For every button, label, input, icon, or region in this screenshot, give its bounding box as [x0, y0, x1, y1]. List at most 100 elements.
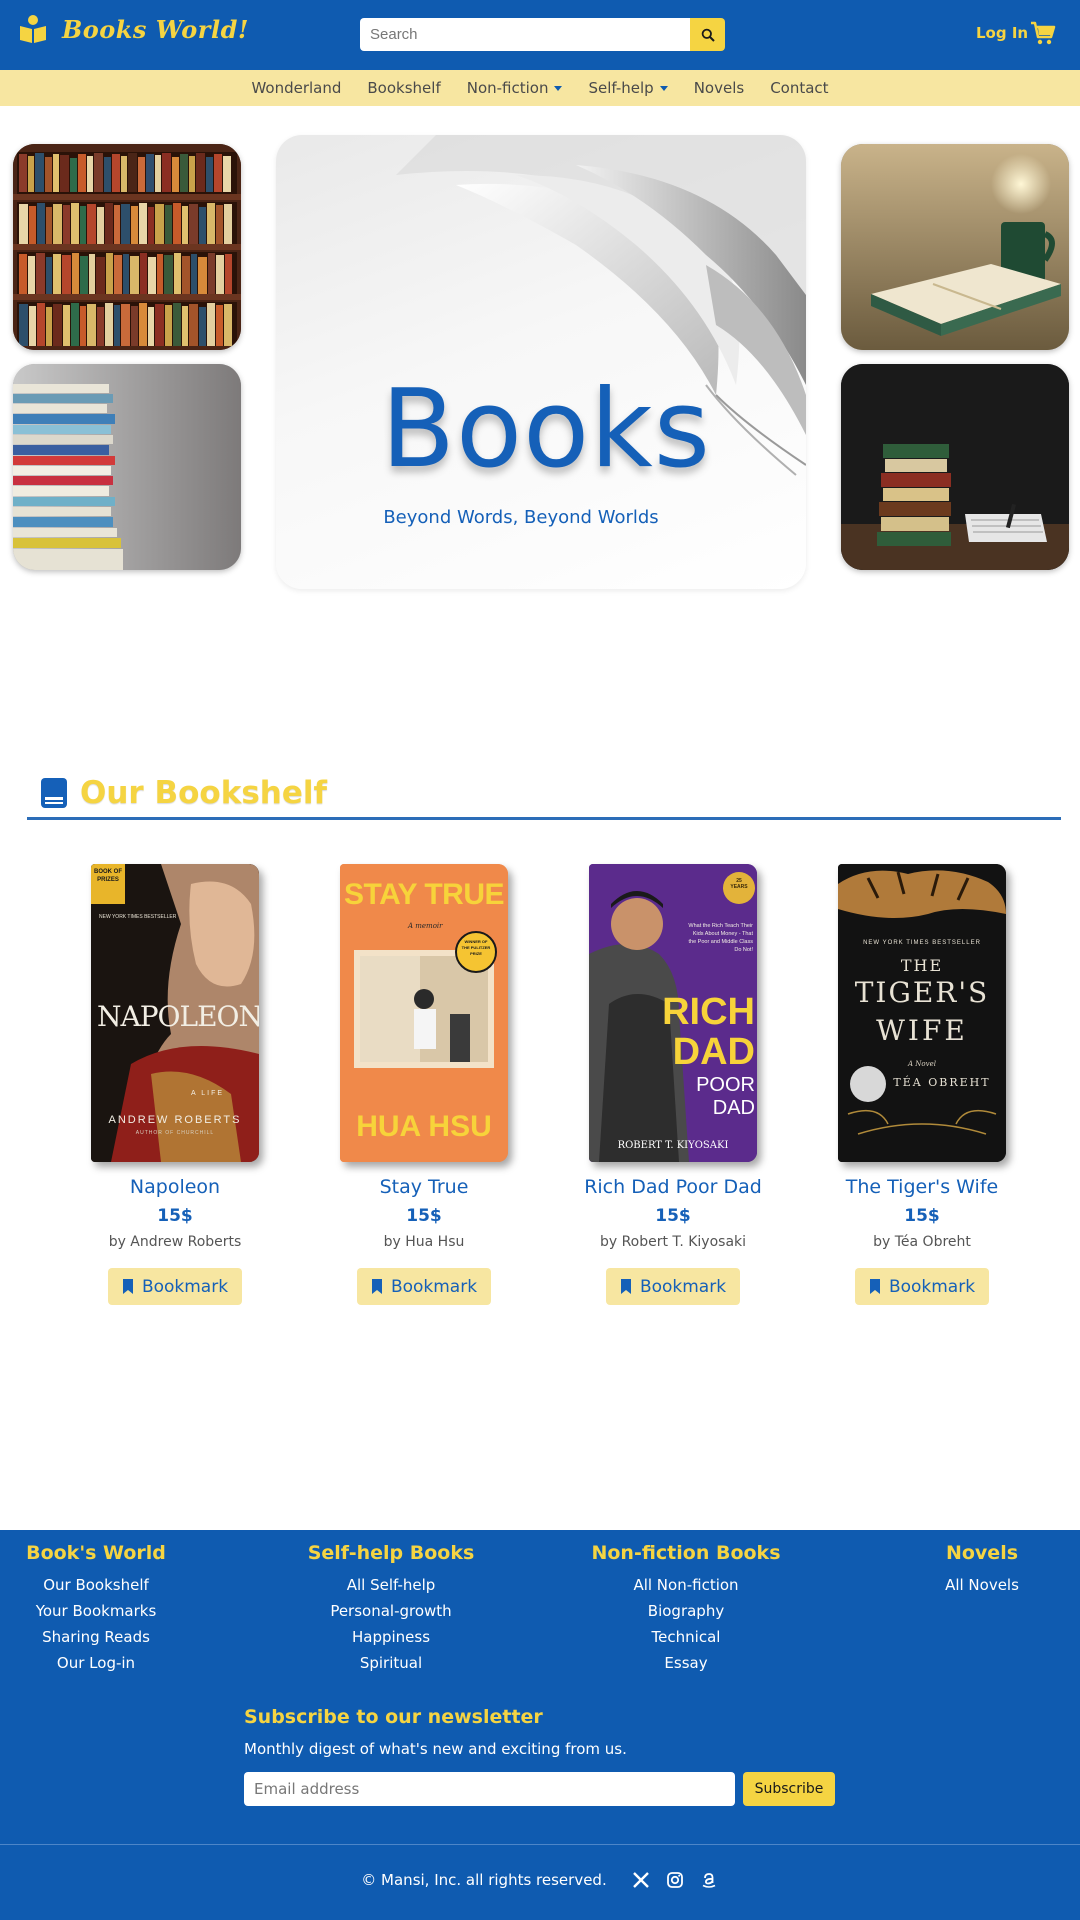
search-button[interactable] — [690, 18, 725, 51]
copyright: © Mansi, Inc. all rights reserved. — [361, 1871, 607, 1889]
newsletter-subtitle: Monthly digest of what's new and excitin… — [244, 1740, 627, 1758]
cover-blurb: What the Rich Teach Their Kids About Mon… — [688, 923, 753, 953]
book-title[interactable]: Stay True — [299, 1176, 549, 1198]
book-author: by Téa Obreht — [873, 1234, 971, 1250]
login-link[interactable]: Log In — [976, 24, 1028, 42]
bookmark-button[interactable]: Bookmark — [108, 1268, 242, 1305]
cover-author: HUA HSU — [356, 1110, 492, 1143]
bookshelf-section-header: Our Bookshelf — [40, 775, 327, 811]
cover-footer: AUTHOR OF CHURCHILL — [135, 1130, 215, 1136]
cover-badge: 25 YEARS — [730, 878, 748, 890]
footer-link[interactable]: All Self-help — [281, 1572, 501, 1598]
cover-subtitle: A LIFE — [191, 1090, 225, 1097]
search-bar — [360, 18, 725, 51]
caret-down-icon — [554, 85, 563, 91]
books-and-notebook-photo — [841, 364, 1069, 570]
cover-title-the: THE — [900, 956, 944, 975]
page: Books World! Log In Wonderland Bookshelf… — [0, 0, 1080, 1920]
footer-link[interactable]: Technical — [576, 1624, 796, 1650]
amazon-icon[interactable] — [699, 1870, 719, 1890]
book-card: 25 YEARS What the Rich Teach Their Kids … — [548, 864, 798, 1305]
nav-item-non-fiction[interactable]: Non-fiction — [467, 79, 563, 97]
main-nav: Wonderland Bookshelf Non-fiction Self-he… — [0, 70, 1080, 106]
bookmark-icon — [122, 1279, 133, 1294]
nav-item-contact[interactable]: Contact — [770, 79, 828, 97]
footer-link[interactable]: Personal-growth — [281, 1598, 501, 1624]
bookmark-button[interactable]: Bookmark — [855, 1268, 989, 1305]
footer-link[interactable]: Essay — [576, 1650, 796, 1676]
cover-author: ROBERT T. KIYOSAKI — [617, 1140, 729, 1151]
search-icon — [701, 28, 715, 42]
cover-title: NAPOLEON — [97, 1000, 259, 1033]
books-notebook-illustration — [841, 364, 1069, 570]
footer-heading: Novels — [945, 1542, 1019, 1564]
footer-link[interactable]: Our Log-in — [0, 1650, 206, 1676]
bookshelf-illustration — [13, 144, 241, 350]
cover-title: STAY TRUE — [344, 878, 505, 911]
book-title[interactable]: The Tiger's Wife — [797, 1176, 1047, 1198]
footer-link[interactable]: Spiritual — [281, 1650, 501, 1676]
footer-divider — [0, 1844, 1080, 1845]
footer-link[interactable]: Your Bookmarks — [0, 1598, 206, 1624]
cover-top-line: NEW YORK TIMES BESTSELLER — [863, 940, 981, 946]
footer-column-self-help: Self-help Books All Self-help Personal-g… — [281, 1542, 501, 1676]
footer-link[interactable]: All Novels — [872, 1572, 1080, 1598]
cover-author: TÉA OBREHT — [893, 1076, 991, 1089]
book-author: by Andrew Roberts — [108, 1234, 242, 1250]
brand-name: Books World! — [62, 14, 249, 44]
bookmark-button[interactable]: Bookmark — [606, 1268, 740, 1305]
footer-link[interactable]: Sharing Reads — [0, 1624, 206, 1650]
bookmark-button[interactable]: Bookmark — [357, 1268, 491, 1305]
bookmark-icon — [371, 1279, 382, 1294]
instagram-icon[interactable] — [665, 1870, 685, 1890]
book-price: 15$ — [157, 1206, 193, 1226]
footer-link[interactable]: Our Bookshelf — [0, 1572, 206, 1598]
caret-down-icon — [659, 85, 668, 91]
footer-heading: Non-fiction Books — [591, 1542, 781, 1564]
footer-column-novels: Novels All Novels — [872, 1542, 1080, 1598]
footer: Book's World Our Bookshelf Your Bookmark… — [0, 1530, 1080, 1920]
cover-title-rich: RICH — [662, 991, 755, 1033]
top-bar: Books World! Log In — [0, 0, 1080, 70]
newsletter-form: Subscribe — [244, 1772, 835, 1806]
book-card: BOOK OF PRIZES NEW YORK TIMES BESTSELLER… — [50, 864, 300, 1305]
email-field[interactable] — [244, 1772, 735, 1806]
cover-subtitle: A memoir — [408, 922, 443, 930]
book-author: by Robert T. Kiyosaki — [599, 1234, 747, 1250]
footer-link[interactable]: Biography — [576, 1598, 796, 1624]
coffee-and-book-photo — [841, 144, 1069, 350]
book-title[interactable]: Napoleon — [50, 1176, 300, 1198]
cover-badge: BOOK OF PRIZES — [94, 869, 122, 883]
nav-item-novels[interactable]: Novels — [694, 79, 745, 97]
cover-subtitle: A Novel — [908, 1060, 936, 1068]
book-stack-illustration — [13, 364, 241, 570]
book-cover-tigers-wife[interactable]: NEW YORK TIMES BESTSELLER THE TIGER'S WI… — [838, 864, 1006, 1162]
book-icon — [41, 778, 67, 808]
brand[interactable]: Books World! — [18, 14, 249, 44]
cover-title-poor-dad: POOR DAD — [696, 1074, 755, 1119]
hero-title: Books — [380, 367, 712, 492]
footer-heading: Book's World — [26, 1542, 166, 1564]
book-cover-napoleon[interactable]: BOOK OF PRIZES NEW YORK TIMES BESTSELLER… — [91, 864, 259, 1162]
book-price: 15$ — [904, 1206, 940, 1226]
cover-title-dad: DAD — [672, 1031, 755, 1073]
footer-bottom: © Mansi, Inc. all rights reserved. — [0, 1870, 1080, 1890]
hero-banner: Books Beyond Words, Beyond Worlds — [276, 135, 806, 589]
footer-link[interactable]: Happiness — [281, 1624, 501, 1650]
footer-link[interactable]: All Non-fiction — [576, 1572, 796, 1598]
book-title[interactable]: Rich Dad Poor Dad — [548, 1176, 798, 1198]
nav-item-wonderland[interactable]: Wonderland — [251, 79, 341, 97]
cart-icon[interactable] — [1030, 20, 1056, 46]
footer-heading: Self-help Books — [307, 1542, 475, 1564]
cover-badge: WINNER OF THE PULITZER PRIZE — [461, 939, 491, 956]
newsletter-title: Subscribe to our newsletter — [244, 1706, 543, 1728]
section-divider — [27, 817, 1061, 820]
subscribe-button[interactable]: Subscribe — [743, 1772, 835, 1806]
book-reader-logo-icon — [20, 15, 46, 43]
nav-item-self-help[interactable]: Self-help — [588, 79, 668, 97]
book-cover-rich-dad-poor-dad[interactable]: 25 YEARS What the Rich Teach Their Kids … — [589, 864, 757, 1162]
nav-item-bookshelf[interactable]: Bookshelf — [367, 79, 440, 97]
x-icon[interactable] — [631, 1870, 651, 1890]
book-cover-stay-true[interactable]: STAY TRUE A memoir WINNER OF THE PULITZE… — [340, 864, 508, 1162]
search-input[interactable] — [360, 18, 690, 51]
